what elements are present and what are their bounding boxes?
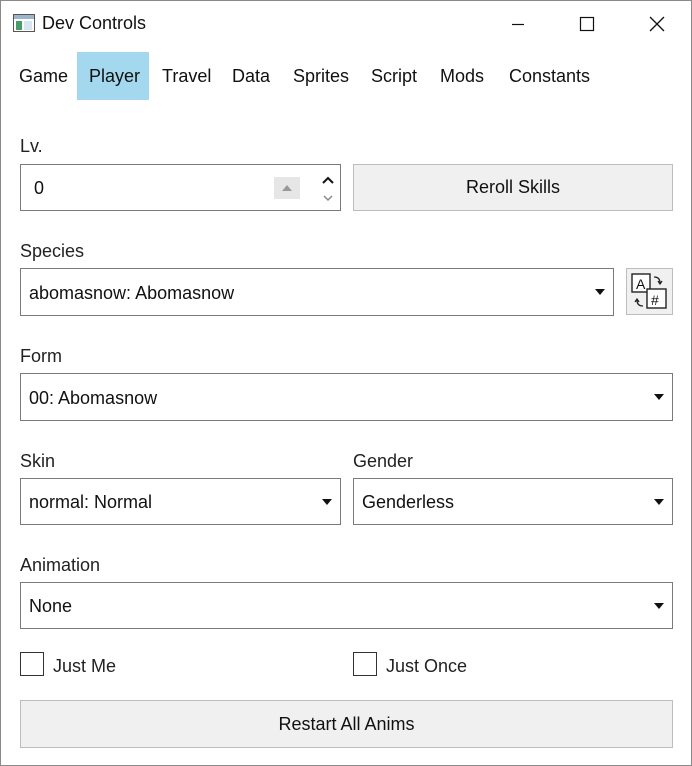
chevron-down-icon (322, 498, 332, 505)
close-button[interactable] (634, 1, 680, 47)
menu-script[interactable]: Script (359, 52, 429, 100)
menu-constants[interactable]: Constants (497, 52, 602, 100)
chevron-down-icon (654, 602, 664, 609)
minimize-button[interactable] (495, 1, 541, 47)
menu-game[interactable]: Game (7, 52, 80, 100)
skin-dropdown[interactable]: normal: Normal (20, 478, 341, 525)
menu-player[interactable]: Player (77, 52, 149, 100)
title-bar: Dev Controls (1, 1, 691, 47)
svg-text:A: A (636, 276, 646, 292)
level-value[interactable]: 0 (34, 165, 44, 212)
menu-travel[interactable]: Travel (150, 52, 223, 100)
gender-dropdown[interactable]: Genderless (353, 478, 673, 525)
spin-down-icon (323, 195, 333, 202)
spin-up-arrow-icon (282, 185, 292, 191)
form-value: 00: Abomasnow (29, 388, 158, 408)
just-me-label[interactable]: Just Me (53, 656, 116, 677)
window-title: Dev Controls (42, 13, 147, 33)
form-dropdown[interactable]: 00: Abomasnow (20, 373, 673, 421)
spin-up-icon (322, 176, 334, 184)
spinner-hover-up[interactable] (274, 177, 300, 199)
menu-data[interactable]: Data (220, 52, 282, 100)
chevron-down-icon (595, 289, 605, 295)
animation-dropdown[interactable]: None (20, 582, 673, 629)
just-me-checkbox[interactable] (20, 652, 44, 676)
just-once-checkbox[interactable] (353, 652, 377, 676)
maximize-button[interactable] (564, 1, 610, 47)
menu-mods[interactable]: Mods (428, 52, 496, 100)
form-label: Form (20, 346, 62, 366)
species-value: abomasnow: Abomasnow (29, 283, 235, 303)
species-dropdown[interactable]: abomasnow: Abomasnow (20, 268, 614, 316)
animation-value: None (29, 596, 73, 616)
chevron-down-icon (654, 498, 664, 505)
dev-controls-window: Dev Controls Game Player Travel Data Spr… (0, 0, 692, 766)
spin-arrows[interactable] (315, 169, 341, 209)
gender-value: Genderless (362, 492, 455, 512)
species-label: Species (20, 241, 85, 261)
svg-text:#: # (651, 292, 659, 308)
animation-label: Animation (20, 555, 101, 575)
restart-all-anims-button[interactable]: Restart All Anims (20, 700, 673, 748)
text-to-number-icon: A # (627, 273, 672, 318)
window-app-icon (13, 14, 35, 32)
species-lookup-button[interactable]: A # (626, 268, 673, 315)
level-label: Lv. (20, 136, 43, 156)
just-once-label[interactable]: Just Once (386, 656, 467, 677)
gender-label: Gender (353, 451, 414, 471)
menu-sprites[interactable]: Sprites (281, 52, 361, 100)
skin-label: Skin (20, 451, 56, 471)
chevron-down-icon (654, 394, 664, 400)
level-spinner[interactable]: 0 (20, 164, 341, 211)
skin-value: normal: Normal (29, 492, 153, 512)
reroll-skills-button[interactable]: Reroll Skills (353, 164, 673, 211)
